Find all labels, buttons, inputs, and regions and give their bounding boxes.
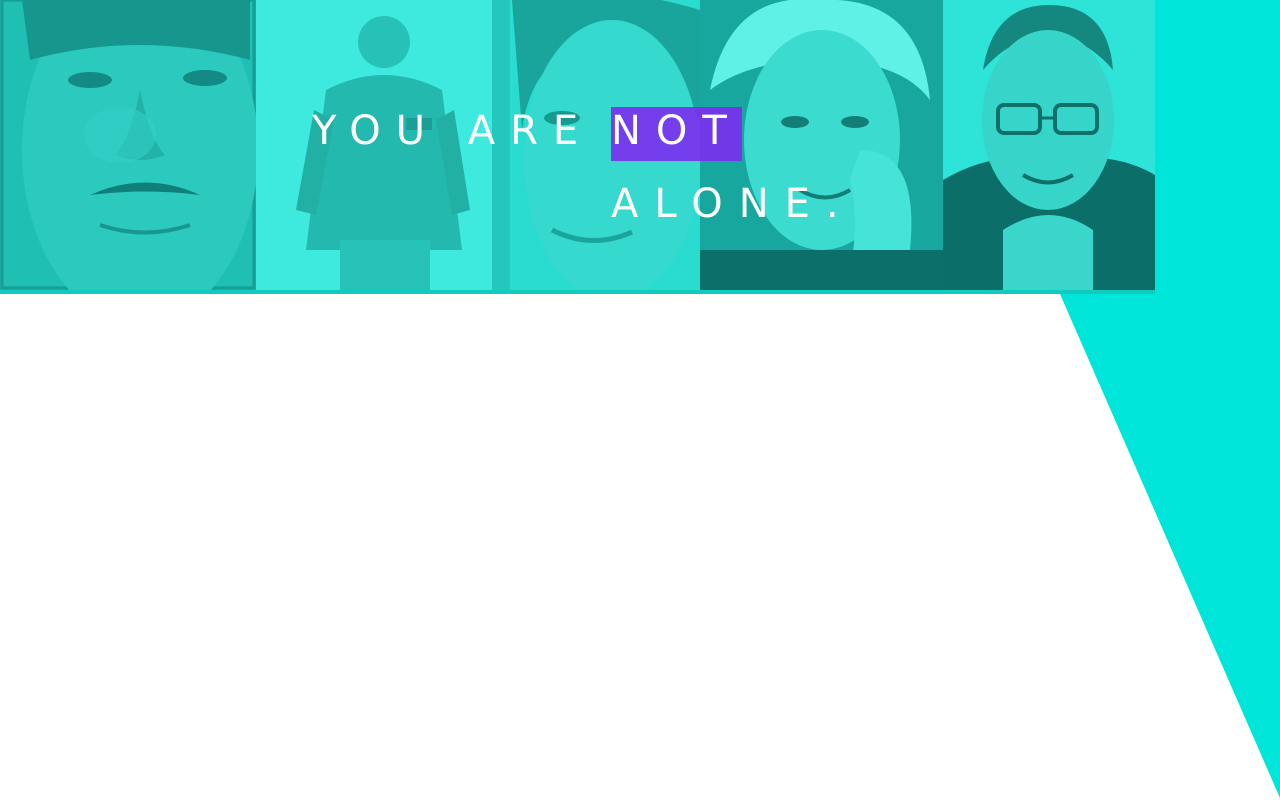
- headline-line1-text: YOU ARE: [312, 108, 594, 154]
- portrait-man-glasses: [943, 0, 1155, 294]
- banner-bottom-edge: [0, 290, 1155, 294]
- hero-graphic: YOU ARE NOT ALONE.: [0, 0, 1280, 800]
- headline-line1: YOU ARE: [312, 103, 593, 159]
- headline-line2: ALONE.: [611, 181, 855, 227]
- headline-highlight-word: NOT: [611, 108, 742, 154]
- portrait-man-closeup: [0, 0, 256, 294]
